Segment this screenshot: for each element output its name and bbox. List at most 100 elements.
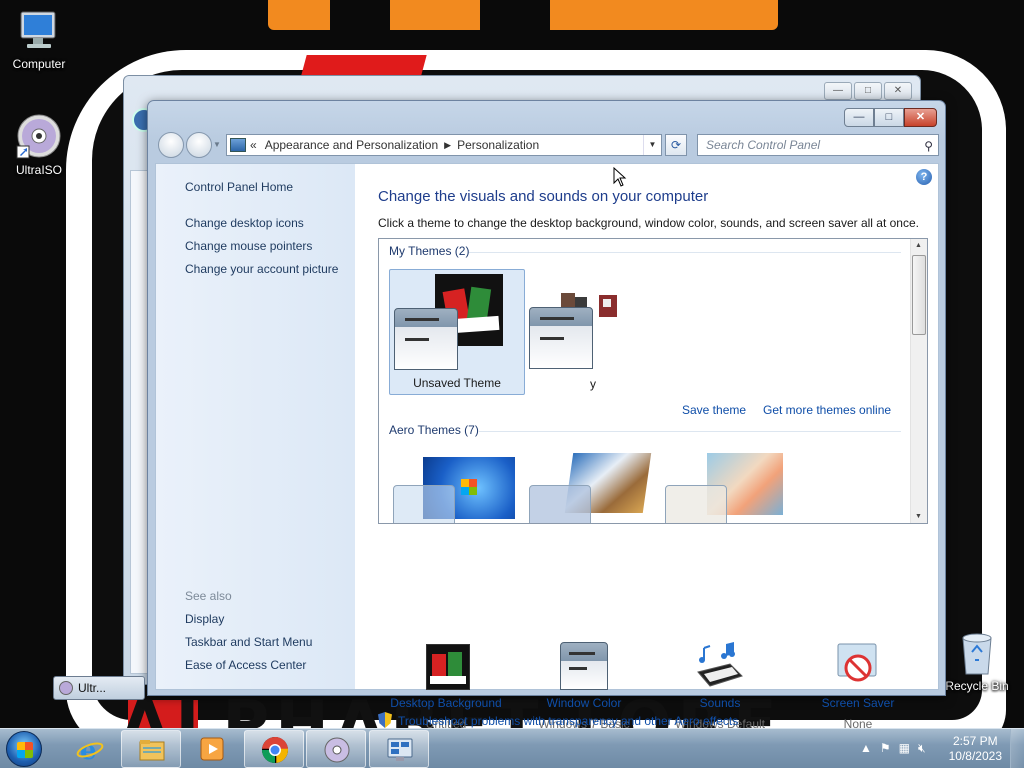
show-desktop-button[interactable] bbox=[1010, 729, 1024, 768]
display-link[interactable]: Display bbox=[185, 612, 224, 626]
control-panel-icon bbox=[387, 738, 413, 761]
breadcrumb-appearance[interactable]: Appearance and Personalization bbox=[265, 138, 438, 152]
desktop-icon-recycle-bin[interactable]: Recycle Bin bbox=[940, 630, 1014, 693]
clock-date: 10/8/2023 bbox=[948, 749, 1002, 763]
taskbar-internet-explorer[interactable]: e bbox=[60, 730, 120, 768]
change-desktop-icons-link[interactable]: Change desktop icons bbox=[185, 216, 304, 230]
scroll-down-icon[interactable]: ▼ bbox=[915, 513, 922, 520]
change-account-picture-link[interactable]: Change your account picture bbox=[185, 262, 338, 276]
desktop-icon-label: Computer bbox=[12, 57, 66, 71]
group-divider bbox=[469, 252, 901, 253]
mouse-cursor-icon bbox=[613, 167, 627, 187]
taskbar-media-player[interactable] bbox=[182, 730, 242, 768]
address-dropdown-icon[interactable]: ▼ bbox=[643, 135, 661, 155]
breadcrumb-separator-icon[interactable]: ▶ bbox=[444, 140, 451, 151]
search-input[interactable]: Search Control Panel ⚲ bbox=[697, 134, 939, 156]
shield-icon bbox=[378, 712, 392, 728]
clock-time: 2:57 PM bbox=[952, 734, 998, 748]
taskbar-ultraiso[interactable] bbox=[306, 730, 366, 768]
themes-list[interactable]: My Themes (2) Unsaved Theme y Save theme… bbox=[378, 238, 928, 524]
window-color-icon bbox=[560, 642, 608, 690]
sounds-icon bbox=[696, 642, 744, 690]
see-also-heading: See also bbox=[185, 589, 232, 603]
ease-of-access-link[interactable]: Ease of Access Center bbox=[185, 658, 306, 672]
desktop-icon-computer[interactable]: Computer bbox=[2, 8, 76, 71]
taskbar-start-menu-link[interactable]: Taskbar and Start Menu bbox=[185, 635, 312, 649]
refresh-button[interactable]: ⟳ bbox=[665, 134, 687, 156]
setting-label: Window Color bbox=[546, 696, 622, 710]
address-bar[interactable]: « Appearance and Personalization ▶ Perso… bbox=[226, 134, 662, 156]
bg-minimize-button[interactable]: — bbox=[824, 82, 852, 100]
bg-maximize-button[interactable]: □ bbox=[854, 82, 882, 100]
media-player-icon bbox=[200, 737, 224, 761]
window-controls: — □ ✕ bbox=[844, 108, 937, 127]
recycle-bin-icon bbox=[962, 633, 992, 675]
theme-name: y bbox=[590, 377, 596, 391]
back-button[interactable] bbox=[158, 132, 184, 158]
get-more-themes-link[interactable]: Get more themes online bbox=[763, 403, 891, 417]
windows-logo-icon bbox=[17, 742, 33, 758]
show-hidden-icons-icon[interactable]: ▲ bbox=[860, 741, 872, 756]
personalization-window[interactable]: — □ ✕ ▼ « Appearance and Personalization… bbox=[147, 100, 946, 731]
start-button[interactable] bbox=[6, 731, 42, 767]
help-icon[interactable]: ? bbox=[916, 169, 932, 185]
maximize-button[interactable]: □ bbox=[874, 108, 904, 127]
aero-theme-windows7[interactable] bbox=[393, 457, 517, 523]
address-overflow-chevron[interactable]: « bbox=[250, 138, 257, 152]
explorer-icon bbox=[139, 740, 165, 761]
bg-close-button[interactable]: ✕ bbox=[884, 82, 912, 100]
troubleshoot-text: Troubleshoot problems with transparency … bbox=[398, 714, 739, 728]
desktop-background-icon bbox=[422, 642, 470, 690]
taskbar-windows-explorer[interactable] bbox=[121, 730, 181, 768]
desktop-icon-ultraiso[interactable]: UltraISO bbox=[2, 112, 76, 177]
network-icon[interactable]: ▦ bbox=[899, 741, 910, 756]
ultraiso-disc-icon bbox=[16, 114, 61, 159]
breadcrumb-personalization[interactable]: Personalization bbox=[457, 138, 539, 152]
recent-pages-dropdown-icon[interactable]: ▼ bbox=[213, 140, 221, 149]
volume-muted-icon[interactable]: 🔇︎ bbox=[918, 741, 926, 756]
navigation-bar: ▼ « Appearance and Personalization ▶ Per… bbox=[156, 132, 939, 158]
control-panel-home-link[interactable]: Control Panel Home bbox=[185, 180, 293, 194]
system-tray: ▲ ⚑ ▦ 🔇︎ 2:57 PM 10/8/2023 bbox=[844, 729, 1024, 768]
control-panel-icon bbox=[230, 138, 246, 152]
scroll-up-icon[interactable]: ▲ bbox=[915, 242, 922, 249]
scroll-thumb[interactable] bbox=[912, 255, 926, 335]
clock[interactable]: 2:57 PM 10/8/2023 bbox=[949, 734, 1002, 764]
minimized-ultraiso-window[interactable]: Ultr... bbox=[53, 676, 145, 700]
aero-theme-architecture[interactable] bbox=[529, 453, 653, 523]
search-placeholder: Search Control Panel bbox=[706, 138, 821, 152]
search-icon[interactable]: ⚲ bbox=[924, 136, 933, 156]
minimize-button[interactable]: — bbox=[844, 108, 874, 127]
minimized-window-title: Ultr... bbox=[78, 681, 107, 695]
window-color-thumbnail bbox=[529, 307, 593, 369]
internet-explorer-icon: e bbox=[76, 736, 104, 763]
taskbar-chrome[interactable] bbox=[244, 730, 304, 768]
background-window-controls: — □ ✕ bbox=[824, 82, 912, 100]
svg-text:e: e bbox=[80, 736, 97, 763]
screen-saver-setting[interactable]: Screen Saver None bbox=[788, 642, 928, 731]
taskbar: e ▲ ⚑ ▦ 🔇︎ 2:57 PM 10/8/2023 bbox=[0, 728, 1024, 768]
screen-saver-icon bbox=[834, 642, 882, 690]
change-mouse-pointers-link[interactable]: Change mouse pointers bbox=[185, 239, 312, 253]
theme-unsaved[interactable]: Unsaved Theme bbox=[389, 269, 525, 395]
ultraiso-icon bbox=[59, 681, 73, 695]
aero-theme-characters[interactable] bbox=[665, 453, 789, 523]
page-title: Change the visuals and sounds on your co… bbox=[378, 188, 709, 205]
taskbar-control-panel[interactable] bbox=[369, 730, 429, 768]
my-themes-heading: My Themes (2) bbox=[389, 244, 470, 258]
desktop-icon-label: Recycle Bin bbox=[945, 679, 1009, 693]
ultraiso-icon bbox=[324, 737, 350, 763]
save-theme-link[interactable]: Save theme bbox=[682, 403, 746, 417]
chrome-icon bbox=[262, 736, 288, 763]
theme-y[interactable]: y bbox=[525, 269, 661, 395]
window-color-thumbnail bbox=[394, 308, 458, 370]
close-button[interactable]: ✕ bbox=[904, 108, 937, 127]
action-center-flag-icon[interactable]: ⚑ bbox=[880, 741, 891, 756]
page-subtitle: Click a theme to change the desktop back… bbox=[378, 216, 919, 230]
forward-button[interactable] bbox=[186, 132, 212, 158]
theme-name: Unsaved Theme bbox=[413, 376, 501, 390]
desktop-icon-label: UltraISO bbox=[15, 163, 62, 177]
themes-scrollbar[interactable]: ▲ ▼ bbox=[910, 239, 927, 523]
troubleshoot-link[interactable]: Troubleshoot problems with transparency … bbox=[378, 712, 738, 728]
computer-icon bbox=[20, 11, 56, 48]
